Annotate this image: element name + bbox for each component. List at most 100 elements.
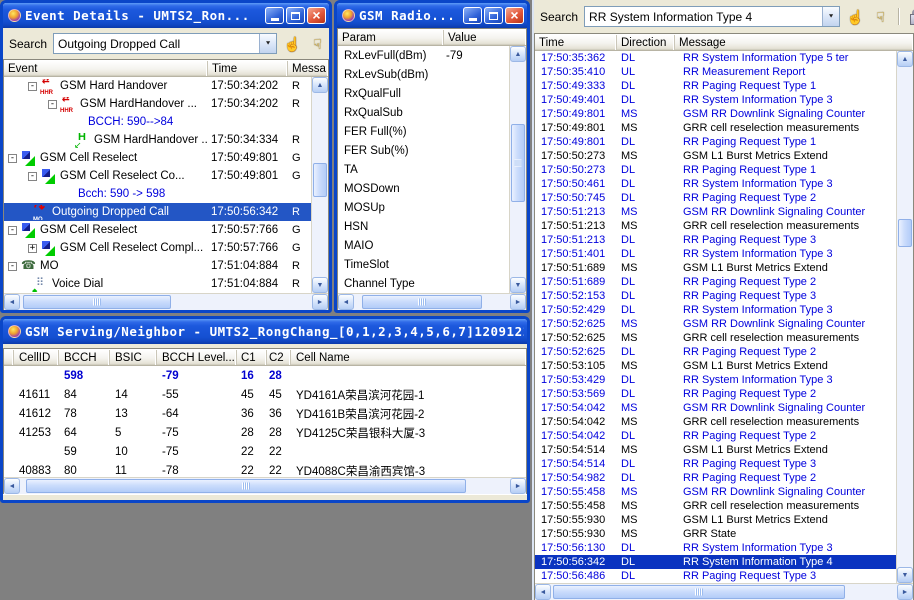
message-row[interactable]: 17:50:54:514 MS GSM L1 Burst Metrics Exten… [535,443,896,457]
param-row[interactable]: RxLevSub(dBm) [338,65,509,84]
tree-expander[interactable]: - [8,261,17,271]
scrollbar-thumb[interactable] [23,295,171,309]
event-tree-row[interactable]: - MO 17:51:04:884 R [4,257,311,275]
scrollbar-thumb[interactable] [553,585,845,599]
event-tree-row[interactable]: - GSM Cell Reselect 17:50:57:766 G [4,221,311,239]
hand-up-icon[interactable] [846,8,865,26]
message-vertical-scrollbar[interactable] [896,51,913,583]
minimize-icon[interactable] [265,7,284,24]
message-row[interactable]: 17:50:49:333 DL RR Paging Request Type 1 [535,79,896,93]
scrollbar-thumb[interactable] [898,219,912,247]
message-row[interactable]: 17:50:56:486 DL RR Paging Request Type 3 [535,569,896,583]
param-row[interactable]: TA [338,160,509,179]
scroll-up-icon[interactable] [897,51,913,67]
message-row[interactable]: 17:50:55:458 MS GRR cell reselection measu… [535,499,896,513]
tree-expander[interactable]: - [48,99,57,109]
scroll-left-icon[interactable] [338,294,354,310]
message-row[interactable]: 17:50:49:801 DL RR Paging Request Type 1 [535,135,896,149]
event-tree-row[interactable]: Voice Dial 17:51:04:884 R [4,275,311,293]
message-row[interactable]: 17:50:55:458 MS GSM RR Downlink Signaling … [535,485,896,499]
close-icon[interactable] [307,7,326,24]
tree-expander[interactable]: + [28,243,37,253]
hand-down-icon[interactable] [871,8,890,26]
column-header-direction[interactable]: Direction [617,35,675,50]
message-row[interactable]: 17:50:52:153 DL RR Paging Request Type 3 [535,289,896,303]
message-row[interactable]: 17:50:51:401 DL RR System Information Type… [535,247,896,261]
message-row[interactable]: 17:50:50:461 DL RR System Information Type… [535,177,896,191]
message-row[interactable]: 17:50:54:042 MS GRR cell reselection measu… [535,415,896,429]
hand-up-icon[interactable] [283,35,302,53]
message-row[interactable]: 17:50:52:625 MS GSM RR Downlink Signaling … [535,317,896,331]
event-tree-row[interactable]: - GSM Cell Reselect Co... 17:50:49:801 G [4,167,311,185]
column-header-time[interactable]: Time [208,61,288,76]
table-row[interactable]: 41253 64 5 -75 28 28 YD4125C荣昌银科大厦-3 [4,423,526,442]
column-header-bcch-level[interactable]: BCCH Level... [157,350,237,365]
message-row[interactable]: 17:50:52:625 DL RR Paging Request Type 2 [535,345,896,359]
scroll-up-icon[interactable] [510,46,526,62]
event-tree-row[interactable]: Bcch: 590 -> 598 [4,185,311,203]
column-header-value[interactable]: Value [444,30,526,45]
param-row[interactable]: Channel Type [338,274,509,293]
column-header-cellid[interactable]: CellID [14,350,59,365]
event-tree-row[interactable]: - GSM HardHandover ... 17:50:34:202 R [4,95,311,113]
message-row[interactable]: 17:50:56:130 DL RR System Information Type… [535,541,896,555]
message-row[interactable]: 17:50:35:362 DL RR System Information Type… [535,51,896,65]
event-details-titlebar[interactable]: Event Details - UMTS2_Ron... [3,3,329,28]
minimize-icon[interactable] [463,7,482,24]
column-header-bcch[interactable]: BCCH [59,350,110,365]
message-row[interactable]: 17:50:54:514 DL RR Paging Request Type 3 [535,457,896,471]
event-tree-row[interactable]: - GSM Cell Reselect 17:50:49:801 G [4,149,311,167]
param-row[interactable]: MAIO [338,236,509,255]
event-tree-row[interactable]: - GSM Hard Handover 17:50:34:202 R [4,77,311,95]
param-row[interactable]: TimeSlot [338,255,509,274]
column-header-bsic[interactable]: BSIC [110,350,157,365]
column-header-message[interactable]: Messa [288,61,328,76]
message-row[interactable]: 17:50:51:689 MS GSM L1 Burst Metrics Exten… [535,261,896,275]
scrollbar-thumb[interactable] [511,124,525,202]
scroll-down-icon[interactable] [897,567,913,583]
scroll-right-icon[interactable] [510,294,526,310]
column-header-c1[interactable]: C1 [237,350,267,365]
scroll-right-icon[interactable] [510,478,526,494]
message-row[interactable]: 17:50:51:213 MS GSM RR Downlink Signaling … [535,205,896,219]
tree-expander[interactable]: - [8,153,17,163]
scroll-right-icon[interactable] [312,294,328,310]
table-row[interactable]: 41612 78 13 -64 36 36 YD4161B荣昌滨河花园-2 [4,404,526,423]
scroll-left-icon[interactable] [535,584,551,600]
event-search-combobox[interactable]: Outgoing Dropped Call [53,33,278,54]
maximize-icon[interactable] [484,7,503,24]
param-row[interactable]: RxLevFull(dBm) -79 [338,46,509,65]
column-header-event[interactable]: Event [4,61,208,76]
table-row[interactable]: 59 10 -75 22 22 [4,442,526,461]
message-row[interactable]: 17:50:49:401 DL RR System Information Type… [535,93,896,107]
message-row[interactable]: 17:50:51:689 DL RR Paging Request Type 2 [535,275,896,289]
message-row[interactable]: 17:50:54:042 DL RR Paging Request Type 2 [535,429,896,443]
scroll-down-icon[interactable] [510,277,526,293]
param-row[interactable]: MOSUp [338,198,509,217]
column-header-time[interactable]: Time [535,35,617,50]
message-row[interactable]: 17:50:55:930 MS GRR State [535,527,896,541]
chevron-down-icon[interactable] [822,7,840,26]
message-row[interactable]: 17:50:49:801 MS GRR cell reselection measu… [535,121,896,135]
table-row[interactable]: 41611 84 14 -55 45 45 YD4161A荣昌滨河花园-1 [4,385,526,404]
param-row[interactable]: HSN [338,217,509,236]
serving-row[interactable]: 598 -79 16 28 [4,366,526,385]
message-row[interactable]: 17:50:35:410 UL RR Measurement Report [535,65,896,79]
message-row[interactable]: 17:50:53:569 DL RR Paging Request Type 2 [535,387,896,401]
scroll-right-icon[interactable] [897,584,913,600]
tree-expander[interactable]: - [28,81,37,91]
message-row[interactable]: 17:50:50:273 MS GSM L1 Burst Metrics Exten… [535,149,896,163]
message-row[interactable]: 17:50:50:745 DL RR Paging Request Type 2 [535,191,896,205]
column-header-blank[interactable] [4,350,14,365]
message-row[interactable]: 17:50:53:105 MS GSM L1 Burst Metrics Exten… [535,359,896,373]
message-horizontal-scrollbar[interactable] [535,583,913,600]
radio-vertical-scrollbar[interactable] [509,46,526,293]
maximize-icon[interactable] [286,7,305,24]
scroll-up-icon[interactable] [312,77,328,93]
close-icon[interactable] [505,7,524,24]
hand-down-icon[interactable] [308,35,327,53]
serving-horizontal-scrollbar[interactable] [4,477,526,494]
message-row[interactable]: 17:50:51:213 MS GRR cell reselection measu… [535,219,896,233]
column-header-param[interactable]: Param [338,30,444,45]
param-row[interactable]: MOSDown [338,179,509,198]
